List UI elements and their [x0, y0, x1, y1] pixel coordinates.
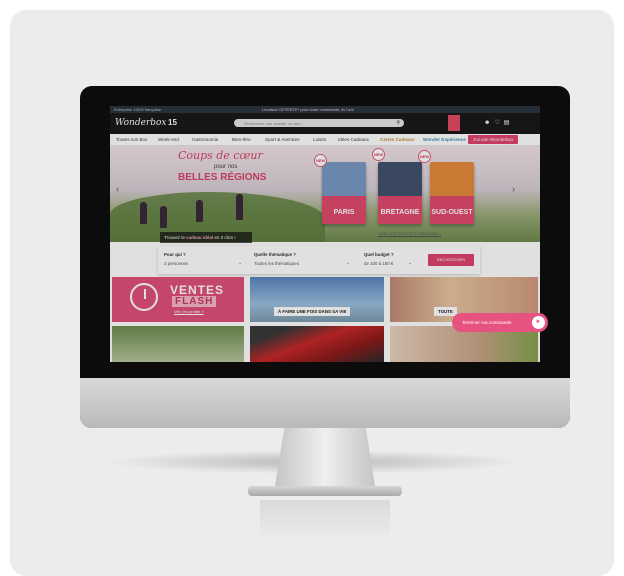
hero-headline-small: pour nos: [214, 164, 238, 170]
glamping-tile[interactable]: [112, 326, 244, 362]
search-button[interactable]: RECHERCHER: [428, 254, 474, 266]
new-badge: NEW: [418, 150, 431, 163]
theme-select[interactable]: Toutes les thématiques: [254, 261, 299, 266]
guide-book-sud-ouest[interactable]: SUD-OUEST: [430, 162, 474, 224]
theme-label: Quelle thématique ?: [254, 252, 296, 257]
who-select[interactable]: 2 personnes: [164, 261, 188, 266]
heart-icon[interactable]: ♡: [494, 120, 503, 126]
hiker-figure: [140, 202, 147, 224]
nav-item-idees-cadeaux[interactable]: Idées Cadeaux: [338, 137, 369, 142]
stand-reflection: [260, 500, 390, 540]
top-info-bar: Entreprise 100% française Livraison OFFE…: [110, 106, 540, 113]
flash-title: VENTES: [170, 283, 225, 297]
send-icon[interactable]: ►: [532, 316, 545, 329]
site-header: Wonderbox 15 Rechercher une activité, un…: [110, 113, 540, 134]
header-icons: ☻♡▤: [484, 119, 513, 126]
monitor-base: [248, 486, 402, 496]
search-icon[interactable]: ⚲: [396, 120, 400, 126]
main-nav: Toutes nos Box Week-end Gastronomie Bien…: [110, 134, 540, 146]
stopwatch-icon: [130, 283, 158, 311]
topbar-promo-text[interactable]: Livraison OFFERTE* pour toute commande, …: [262, 107, 354, 112]
chevron-down-icon[interactable]: ⌄: [346, 260, 350, 266]
carousel-next-icon[interactable]: ›: [512, 184, 515, 194]
hero-headline-bold: BELLES RÉGIONS: [178, 172, 267, 183]
tile-label: TOUTE: [434, 307, 457, 316]
chevron-down-icon[interactable]: ⌄: [408, 260, 412, 266]
budget-select[interactable]: de 100 à 150 €: [364, 261, 393, 266]
cart-icon[interactable]: ▤: [504, 120, 514, 126]
flash-link[interactable]: Vite j'en profite »: [174, 309, 204, 314]
flash-sales-tile[interactable]: VENTES FLASH Vite j'en profite »: [112, 277, 244, 322]
hero-headline-script: Coups de cœur: [178, 149, 263, 162]
promo-box-icon[interactable]: [448, 115, 460, 131]
budget-label: Quel budget ?: [364, 252, 394, 257]
new-badge: NEW: [372, 148, 385, 161]
wonderbox-code-button[interactable]: J'ai une Wonderbox: [468, 135, 519, 144]
nav-item-week-end[interactable]: Week-end: [158, 137, 179, 142]
search-input[interactable]: Rechercher une activité, un lieu... ⚲: [234, 119, 404, 127]
anniversary-badge: 15: [168, 118, 177, 127]
chevron-down-icon[interactable]: ⌄: [238, 260, 242, 266]
guide-book-paris[interactable]: PARIS: [322, 162, 366, 224]
hiker-figure: [196, 200, 203, 222]
monitor-chin: [80, 378, 570, 428]
nav-item-bien-etre[interactable]: Bien-être: [232, 137, 251, 142]
carousel-prev-icon[interactable]: ‹: [116, 184, 119, 194]
regions-link[interactable]: VOIR LES COFFRETS RÉGIONS ›: [378, 231, 441, 236]
monitor-stand: [274, 428, 376, 492]
tile-label: À FAIRE UNE FOIS DANS SA VIE: [274, 307, 351, 316]
sports-car-tile[interactable]: [250, 326, 384, 362]
search-placeholder: Rechercher une activité, un lieu...: [244, 121, 304, 126]
hiker-figure: [160, 206, 167, 228]
nav-item-gastronomie[interactable]: Gastronomie: [192, 137, 218, 142]
nav-item-cartes-cadeaux[interactable]: Cartes Cadeaux: [380, 137, 415, 142]
flash-subtitle: FLASH: [172, 296, 217, 307]
user-icon[interactable]: ☻: [484, 120, 494, 126]
nav-item-wonder-experience[interactable]: Wonder Expérience: [423, 137, 466, 142]
skydive-tile[interactable]: À FAIRE UNE FOIS DANS SA VIE: [250, 277, 384, 322]
wonderbox-logo[interactable]: Wonderbox: [115, 118, 167, 128]
finish-order-label: Terminer ma commande: [462, 320, 512, 325]
gift-finder-tagline: Trouvez le cadeau idéal en 3 clics !: [160, 232, 252, 243]
topbar-left-text: Entreprise 100% française: [114, 107, 161, 112]
finish-order-button[interactable]: Terminer ma commande ►: [452, 313, 548, 332]
nav-item-loisirs[interactable]: Loisirs: [313, 137, 326, 142]
new-badge: NEW: [314, 154, 327, 167]
hiker-figure: [236, 194, 243, 220]
nav-item-sport-aventure[interactable]: Sport & Aventure: [265, 137, 300, 142]
nav-item-toutes-nos-box[interactable]: Toutes nos Box: [116, 137, 147, 142]
who-label: Pour qui ?: [164, 252, 186, 257]
gift-finder-form: Pour qui ? 2 personnes ⌄ Quelle thématiq…: [158, 246, 480, 274]
guide-book-bretagne[interactable]: BRETAGNE: [378, 162, 422, 224]
